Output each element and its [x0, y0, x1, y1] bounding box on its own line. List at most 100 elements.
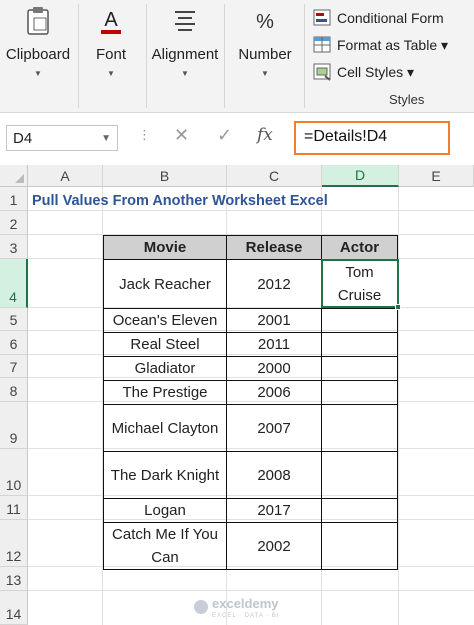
ribbon: Clipboard ▼ A Font ▼ Alignment ▼ % Numbe… — [0, 0, 474, 113]
actor-cell[interactable] — [321, 380, 398, 405]
fill-handle[interactable] — [395, 304, 401, 310]
table-row: Real Steel 2011 — [103, 332, 398, 357]
movie-line: Catch Me If You — [112, 526, 218, 543]
movie-cell[interactable]: Real Steel — [103, 332, 227, 357]
cancel-icon[interactable]: ✕ — [174, 125, 189, 146]
row-header-4[interactable]: 4 — [0, 259, 28, 308]
insert-function-icon[interactable]: fx — [257, 125, 273, 145]
column-header-e[interactable]: E — [399, 165, 474, 187]
movie-cell[interactable]: Ocean's Eleven — [103, 308, 227, 333]
row-header-9[interactable]: 9 — [0, 402, 28, 449]
active-cell-border — [321, 259, 399, 308]
column-header-a[interactable]: A — [28, 165, 103, 187]
actor-cell[interactable] — [321, 332, 398, 357]
movie-cell[interactable]: The Prestige — [103, 380, 227, 405]
row-header-3[interactable]: 3 — [0, 235, 28, 259]
chevron-down-icon: ▼ — [34, 69, 42, 78]
row-header-5[interactable]: 5 — [0, 308, 28, 331]
percent-icon: % — [251, 6, 279, 36]
watermark-tagline: EXCEL · DATA · BI — [212, 613, 280, 619]
row-header-7[interactable]: 7 — [0, 355, 28, 378]
release-cell[interactable]: 2008 — [226, 451, 322, 499]
release-cell[interactable]: 2000 — [226, 356, 322, 381]
format-as-table-label: Format as Table ▾ — [337, 36, 449, 53]
formula-input[interactable]: =Details!D4 — [294, 121, 450, 155]
sheet-title[interactable]: Pull Values From Another Worksheet Excel — [32, 193, 328, 209]
release-cell[interactable]: 2006 — [226, 380, 322, 405]
gridline — [398, 187, 399, 625]
movie-cell[interactable]: Catch Me If You Can — [103, 522, 227, 570]
row-header-6[interactable]: 6 — [0, 331, 28, 355]
movie-cell[interactable]: Gladiator — [103, 356, 227, 381]
release-cell[interactable]: 2001 — [226, 308, 322, 333]
gridline — [28, 590, 474, 591]
column-header-d[interactable]: D — [322, 165, 399, 187]
conditional-formatting-button[interactable]: Conditional Form — [313, 6, 444, 30]
formula-bar: D4 ▼ ⋮ ✕ ✓ fx =Details!D4 — [0, 113, 474, 165]
actor-cell[interactable] — [321, 451, 398, 499]
column-header-b[interactable]: B — [103, 165, 227, 187]
table-row: Catch Me If You Can 2002 — [103, 522, 398, 570]
release-cell[interactable]: 2017 — [226, 498, 322, 523]
chevron-down-icon: ▼ — [181, 69, 189, 78]
movie-line: Can — [151, 549, 179, 566]
release-cell[interactable]: 2012 — [226, 259, 322, 309]
row-header-14[interactable]: 14 — [0, 591, 28, 625]
alignment-button[interactable]: Alignment ▼ — [150, 6, 220, 78]
chevron-down-icon: ▼ — [101, 132, 111, 144]
name-box-value: D4 — [13, 129, 33, 147]
release-cell[interactable]: 2011 — [226, 332, 322, 357]
ribbon-separator — [224, 4, 225, 108]
actor-cell[interactable] — [321, 356, 398, 381]
row-header-11[interactable]: 11 — [0, 496, 28, 520]
table-row: Gladiator 2000 — [103, 356, 398, 381]
chevron-down-icon: ▼ — [107, 69, 115, 78]
watermark-name: exceldemy — [212, 596, 279, 611]
row-header-12[interactable]: 12 — [0, 520, 28, 567]
exceldemy-logo-icon — [194, 600, 208, 614]
conditional-formatting-icon — [313, 9, 333, 27]
ribbon-separator — [304, 4, 305, 108]
name-box[interactable]: D4 ▼ — [6, 125, 118, 151]
font-color-icon: A — [97, 6, 125, 36]
worksheet-grid[interactable]: A B C D E 1 2 3 4 5 6 7 8 9 10 11 12 13 … — [0, 165, 474, 625]
chevron-down-icon: ▼ — [261, 69, 269, 78]
cell-styles-button[interactable]: Cell Styles ▾ — [313, 60, 414, 84]
styles-group-label: Styles — [389, 92, 425, 107]
number-label: Number — [238, 46, 292, 63]
column-header-c[interactable]: C — [227, 165, 322, 187]
row-header-8[interactable]: 8 — [0, 378, 28, 402]
cell-styles-label: Cell Styles ▾ — [337, 63, 415, 80]
gridline — [28, 210, 474, 211]
format-as-table-button[interactable]: Format as Table ▾ — [313, 33, 448, 57]
release-cell[interactable]: 2007 — [226, 404, 322, 452]
actor-cell[interactable] — [321, 308, 398, 333]
clipboard-icon — [24, 6, 52, 36]
header-cell-movie[interactable]: Movie — [103, 235, 227, 260]
row-header-1[interactable]: 1 — [0, 187, 28, 211]
movie-cell[interactable]: Jack Reacher — [103, 259, 227, 309]
actor-cell[interactable] — [321, 522, 398, 570]
font-button[interactable]: A Font ▼ — [76, 6, 146, 78]
movie-cell[interactable]: Michael Clayton — [103, 404, 227, 452]
actor-cell[interactable] — [321, 404, 398, 452]
watermark: exceldemy EXCEL · DATA · BI — [194, 595, 280, 619]
conditional-formatting-label: Conditional Form — [337, 10, 444, 26]
row-header-2[interactable]: 2 — [0, 211, 28, 235]
release-cell[interactable]: 2002 — [226, 522, 322, 570]
table-row: Michael Clayton 2007 — [103, 404, 398, 452]
row-header-13[interactable]: 13 — [0, 567, 28, 591]
drag-handle-icon[interactable]: ⋮ — [138, 127, 151, 143]
movie-cell[interactable]: The Dark Knight — [103, 451, 227, 499]
movie-cell[interactable]: Logan — [103, 498, 227, 523]
header-cell-actor[interactable]: Actor — [321, 235, 398, 260]
actor-cell[interactable] — [321, 498, 398, 523]
header-cell-release[interactable]: Release — [226, 235, 322, 260]
number-button[interactable]: % Number ▼ — [230, 6, 300, 78]
select-all-button[interactable] — [0, 165, 28, 187]
clipboard-label: Clipboard — [5, 46, 71, 63]
table-row: Ocean's Eleven 2001 — [103, 308, 398, 333]
clipboard-button[interactable]: Clipboard ▼ — [3, 6, 73, 78]
row-header-10[interactable]: 10 — [0, 449, 28, 496]
enter-icon[interactable]: ✓ — [217, 125, 232, 146]
